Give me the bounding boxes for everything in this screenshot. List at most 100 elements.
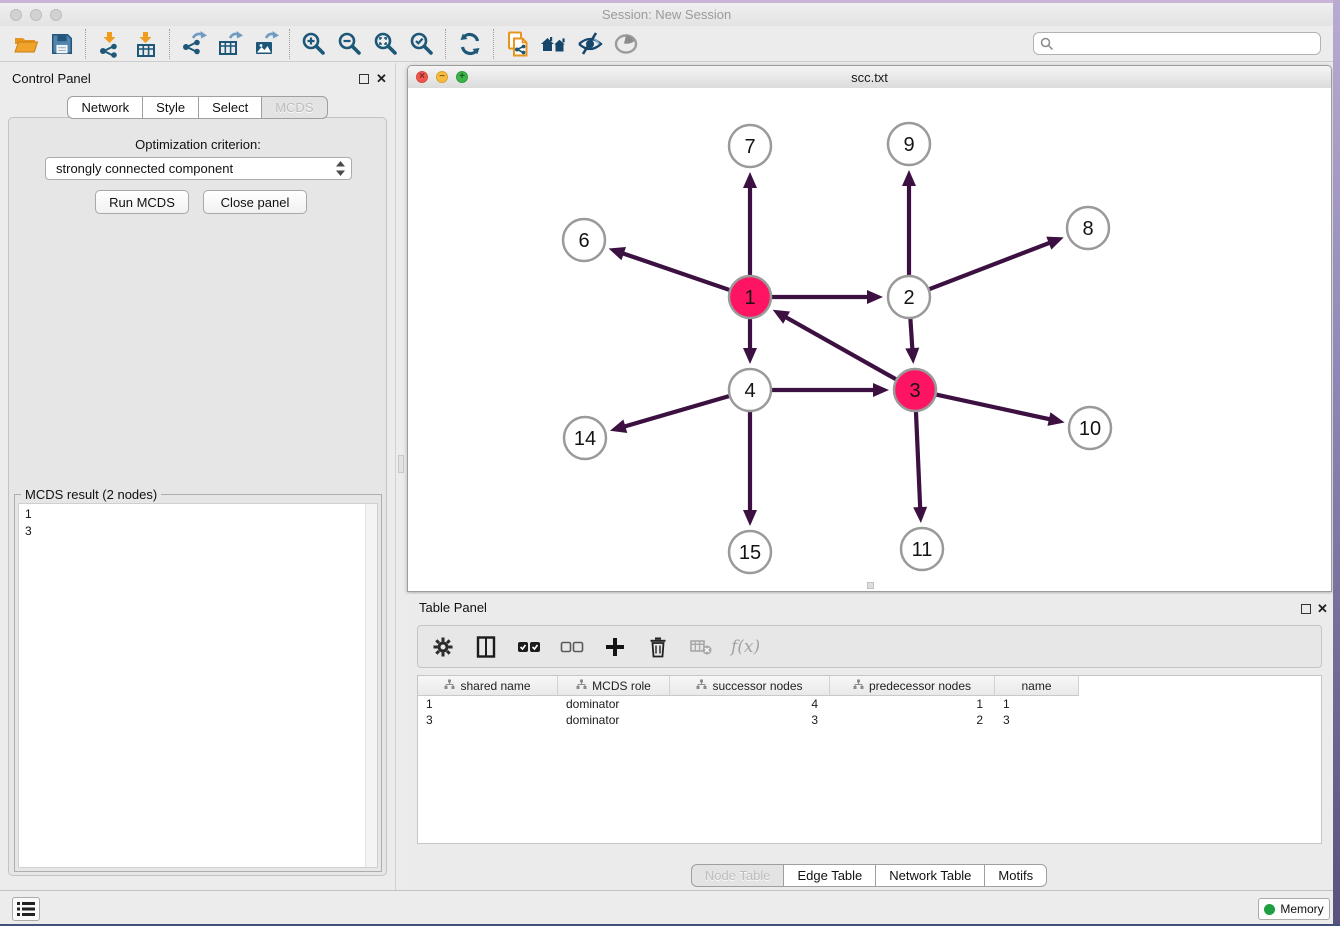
tab-style[interactable]: Style	[142, 96, 199, 119]
column-header-label: successor nodes	[712, 679, 802, 693]
control-panel-title: Control Panel	[12, 71, 91, 86]
table-row[interactable]: 1dominator411	[418, 696, 1321, 712]
table-cell[interactable]: 3	[670, 712, 830, 728]
table-toolbar: f(x)	[417, 625, 1322, 668]
node-label-4: 4	[744, 380, 755, 402]
tab-edge-table[interactable]: Edge Table	[783, 864, 876, 887]
select-all-icon[interactable]	[516, 634, 542, 660]
control-panel-close-icon[interactable]: ✕	[376, 72, 387, 85]
zoom-in-icon[interactable]	[296, 28, 332, 60]
task-history-button[interactable]	[12, 897, 40, 921]
criterion-select[interactable]: strongly connected component	[45, 157, 352, 180]
export-table-icon[interactable]	[212, 28, 248, 60]
edge-3-10[interactable]	[936, 394, 1053, 419]
table-cell[interactable]: 4	[670, 696, 830, 712]
deselect-all-icon[interactable]	[559, 634, 585, 660]
memory-button[interactable]: Memory	[1258, 898, 1330, 920]
node-label-11: 11	[912, 539, 933, 561]
node-label-6: 6	[578, 230, 589, 252]
add-column-icon[interactable]	[602, 634, 628, 660]
edge-1-6[interactable]	[620, 252, 730, 290]
table-row[interactable]: 3dominator323	[418, 712, 1321, 728]
import-network-icon[interactable]	[92, 28, 128, 60]
tab-motifs[interactable]: Motifs	[984, 864, 1047, 887]
edge-3-11[interactable]	[916, 411, 920, 511]
table-cell[interactable]: 2	[830, 712, 995, 728]
column-header-MCDS-role[interactable]: MCDS role	[558, 676, 670, 696]
column-sort-icon	[853, 679, 864, 693]
edge-2-3[interactable]	[910, 318, 912, 352]
node-label-15: 15	[739, 542, 761, 564]
tab-select[interactable]: Select	[198, 96, 262, 119]
mcds-result-text: 1 3	[19, 504, 377, 542]
column-header-predecessor-nodes[interactable]: predecessor nodes	[830, 676, 995, 696]
node-table[interactable]: shared name MCDS role successor nodes prede…	[417, 675, 1322, 844]
refresh-icon[interactable]	[452, 28, 488, 60]
import-table-icon[interactable]	[128, 28, 164, 60]
edge-arrow-4-15	[743, 510, 757, 526]
table-panel-float-icon[interactable]	[1301, 604, 1311, 614]
two-columns-icon[interactable]	[473, 634, 499, 660]
save-session-icon[interactable]	[44, 28, 80, 60]
column-sort-icon	[444, 679, 455, 693]
edge-4-14[interactable]	[621, 396, 729, 428]
table-cell[interactable]: 3	[995, 712, 1079, 728]
hide-eye-icon[interactable]	[572, 28, 608, 60]
application-window: Session: New Session	[0, 0, 1340, 926]
desktop-edge-top	[0, 0, 1340, 3]
edge-3-1[interactable]	[783, 316, 897, 380]
table-cell[interactable]: 1	[995, 696, 1079, 712]
close-panel-button[interactable]: Close panel	[203, 190, 307, 214]
table-cell[interactable]: 1	[418, 696, 558, 712]
column-header-shared-name[interactable]: shared name	[418, 676, 558, 696]
table-cell[interactable]: dominator	[558, 712, 670, 728]
open-session-icon[interactable]	[8, 28, 44, 60]
control-panel-tab-bar: NetworkStyleSelectMCDS	[0, 96, 396, 119]
panel-splitter[interactable]	[396, 63, 407, 890]
table-cell[interactable]: 1	[830, 696, 995, 712]
main-toolbar	[0, 26, 1333, 62]
toolbar-separator	[493, 29, 495, 59]
tab-node-table[interactable]: Node Table	[691, 864, 785, 887]
node-label-1: 1	[744, 287, 755, 309]
table-cell[interactable]: 3	[418, 712, 558, 728]
delete-column-icon[interactable]	[645, 634, 671, 660]
network-graph[interactable]: 1234678910111415	[408, 88, 1331, 592]
search-field[interactable]	[1033, 32, 1321, 55]
splitter-grip[interactable]	[398, 455, 404, 473]
toolbar-separator	[85, 29, 87, 59]
node-label-3: 3	[909, 380, 920, 402]
edge-arrow-3-10	[1047, 412, 1064, 426]
column-header-successor-nodes[interactable]: successor nodes	[670, 676, 830, 696]
control-panel-float-icon[interactable]	[359, 74, 369, 84]
network-window-grip[interactable]	[867, 582, 874, 589]
mcds-result-group: MCDS result (2 nodes) 1 3	[14, 494, 382, 872]
zoom-fit-icon[interactable]	[368, 28, 404, 60]
table-cell[interactable]: dominator	[558, 696, 670, 712]
edge-arrow-1-4	[743, 348, 757, 364]
column-header-name[interactable]: name	[995, 676, 1079, 696]
table-panel-close-icon[interactable]: ✕	[1317, 602, 1328, 615]
column-header-label: MCDS role	[592, 679, 651, 693]
mcds-result-textarea[interactable]: 1 3	[18, 503, 378, 868]
search-input[interactable]	[1058, 35, 1320, 52]
export-image-icon[interactable]	[248, 28, 284, 60]
network-canvas[interactable]: 1234678910111415	[408, 88, 1331, 591]
column-sort-icon	[576, 679, 587, 693]
zoom-selected-icon[interactable]	[404, 28, 440, 60]
table-settings-icon[interactable]	[430, 634, 456, 660]
mcds-result-scrollbar[interactable]	[365, 504, 377, 867]
run-mcds-button[interactable]: Run MCDS	[95, 190, 189, 214]
tab-mcds[interactable]: MCDS	[261, 96, 327, 119]
window-title: Session: New Session	[0, 7, 1333, 22]
network-window-titlebar[interactable]: × − + scc.txt	[408, 66, 1331, 89]
duplicate-network-icon[interactable]	[500, 28, 536, 60]
zoom-out-icon[interactable]	[332, 28, 368, 60]
home-icon[interactable]	[536, 28, 572, 60]
tab-network[interactable]: Network	[67, 96, 143, 119]
table-panel-title: Table Panel	[419, 600, 487, 615]
select-arrows-icon	[336, 161, 345, 176]
export-network-icon[interactable]	[176, 28, 212, 60]
tab-network-table[interactable]: Network Table	[875, 864, 985, 887]
edge-2-8[interactable]	[929, 242, 1053, 290]
